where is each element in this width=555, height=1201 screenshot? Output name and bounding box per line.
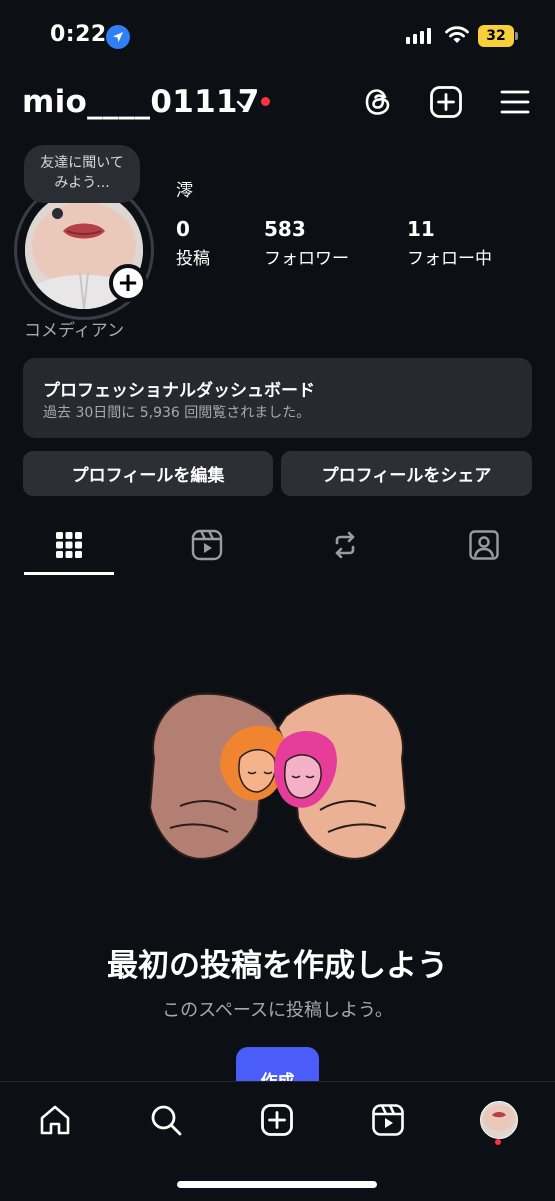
heart-hands-illustration xyxy=(140,688,416,874)
battery-indicator: 32 xyxy=(478,25,514,47)
following-label[interactable]: フォロー中 xyxy=(407,244,492,269)
note-bubble-text: 友達に聞いて みよう... xyxy=(40,155,124,191)
location-arrow-icon xyxy=(106,25,130,49)
profile-avatar-small xyxy=(480,1101,518,1139)
note-bubble[interactable]: 友達に聞いて みよう... xyxy=(24,145,140,203)
wifi-icon xyxy=(444,25,470,49)
reposts-icon[interactable] xyxy=(315,521,375,569)
home-icon[interactable] xyxy=(33,1098,77,1142)
battery-tip xyxy=(515,32,518,40)
display-name: 澪 xyxy=(176,181,193,201)
empty-state-title: 最初の投稿を作成しよう xyxy=(107,948,448,984)
reels-nav-icon[interactable] xyxy=(366,1098,410,1142)
dashboard-subtitle: 過去 30日間に 5,936 回閲覧されました。 xyxy=(43,405,311,421)
status-time: 0:22 xyxy=(50,22,107,47)
home-indicator xyxy=(177,1181,377,1188)
following-count[interactable]: 11 xyxy=(407,217,435,241)
menu-icon[interactable] xyxy=(497,84,533,120)
grid-icon[interactable] xyxy=(39,521,99,569)
search-icon[interactable] xyxy=(144,1098,188,1142)
notification-dot xyxy=(261,97,270,106)
followers-label[interactable]: フォロワー xyxy=(264,244,349,269)
create-plus-icon[interactable] xyxy=(428,84,464,120)
profile-notification-dot xyxy=(495,1139,501,1145)
chevron-down-icon[interactable] xyxy=(236,96,252,115)
note-bubble-tail xyxy=(52,208,63,219)
profile-tab[interactable] xyxy=(477,1098,521,1142)
add-story-plus-icon[interactable]: + xyxy=(109,264,147,302)
threads-icon[interactable] xyxy=(360,84,396,120)
followers-count[interactable]: 583 xyxy=(264,217,306,241)
create-icon[interactable] xyxy=(255,1098,299,1142)
profile-username[interactable]: mio____01117 xyxy=(22,84,260,120)
empty-state-subtitle: このスペースに投稿しよう。 xyxy=(162,1000,393,1021)
professional-dashboard[interactable]: プロフェッショナルダッシュボード 過去 30日間に 5,936 回閲覧されました… xyxy=(23,358,532,438)
tagged-icon[interactable] xyxy=(454,521,514,569)
cellular-signal-icon xyxy=(406,28,431,44)
posts-count[interactable]: 0 xyxy=(176,217,190,241)
active-tab-indicator xyxy=(24,572,114,575)
profile-category: コメディアン xyxy=(24,321,125,341)
posts-label[interactable]: 投稿 xyxy=(176,244,210,269)
reels-icon[interactable] xyxy=(177,521,237,569)
edit-profile-button[interactable]: プロフィールを編集 xyxy=(23,451,273,496)
share-profile-button[interactable]: プロフィールをシェア xyxy=(281,451,532,496)
dashboard-title: プロフェッショナルダッシュボード xyxy=(43,381,315,401)
